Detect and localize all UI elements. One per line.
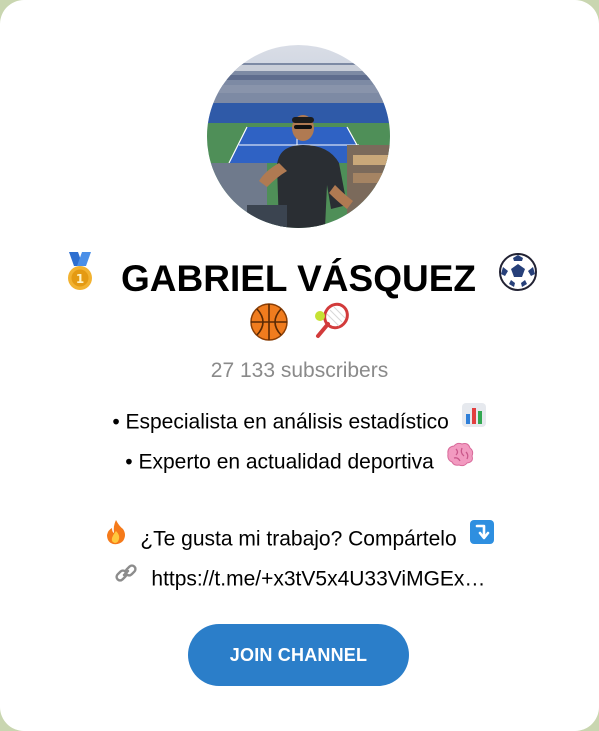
description-text: • Especialista en análisis estadístico [112,410,449,434]
soccer-ball-icon [498,252,538,307]
description-text: • Experto en actualidad deportiva [125,450,434,474]
bar-chart-icon [461,402,487,442]
channel-avatar [207,45,390,228]
invite-link[interactable]: https://t.me/+x3tV5x4U33ViMGEx… [151,567,485,590]
arrow-down-icon [469,519,495,559]
description-line: ¿Te gusta mi trabajo? Compártelo [0,519,599,559]
description-text: ¿Te gusta mi trabajo? Compártelo [140,527,457,551]
description-line: • Experto en actualidad deportiva [0,442,599,482]
description-line: https://t.me/+x3tV5x4U33ViMGEx… [0,559,599,599]
channel-title-row: 1 GABRIEL VÁSQUEZ [0,250,599,307]
description-line: • Especialista en análisis estadístico [0,402,599,442]
subscriber-count: 27 133 subscribers [210,359,389,382]
channel-description: • Especialista en análisis estadístico •… [0,402,599,599]
basketball-icon [249,302,289,347]
join-channel-button[interactable]: JOIN CHANNEL [188,624,409,686]
tennis-icon [310,302,350,347]
channel-name: GABRIEL VÁSQUEZ [121,258,476,300]
fire-icon [105,519,127,559]
link-icon [114,559,138,599]
channel-title-icons-row [0,302,599,346]
channel-card: 1 GABRIEL VÁSQUEZ 27 133 subscribers • E… [0,0,599,731]
svg-text:1: 1 [76,272,84,286]
brain-icon [446,442,474,482]
medal-icon: 1 [61,251,99,307]
